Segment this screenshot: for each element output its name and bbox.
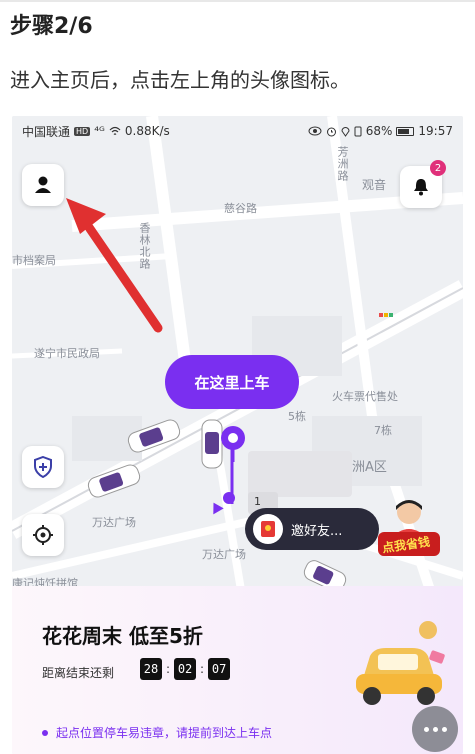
carrier-label: 中国联通	[22, 124, 71, 139]
countdown-minutes: 02	[174, 658, 197, 680]
vibrate-icon	[354, 126, 362, 136]
locate-button[interactable]	[22, 514, 64, 556]
hd-badge: HD	[74, 126, 91, 136]
more-options-button[interactable]	[412, 706, 458, 752]
invite-friends-banner[interactable]: 邀好友...	[245, 508, 379, 550]
cartoon-car-illustration	[356, 621, 445, 705]
safety-button[interactable]	[22, 446, 64, 488]
car-icon	[127, 419, 181, 453]
red-envelope-icon	[253, 514, 283, 544]
countdown-label: 距离结束还剩	[42, 666, 115, 680]
route-dot	[223, 492, 235, 504]
clock: 19:57	[418, 124, 453, 138]
wifi-icon	[109, 126, 121, 135]
car-icon	[87, 464, 141, 498]
countdown-timer: 28 : 02 : 07	[140, 658, 231, 680]
location-status-icon	[341, 126, 350, 137]
map-label-building-7: 7栋	[374, 424, 392, 437]
blurred-address-box	[248, 451, 352, 497]
battery-icon	[396, 126, 415, 136]
signal-icon: ⁴ᴳ	[94, 124, 105, 138]
dot-icon	[423, 726, 429, 732]
notice-text: 起点位置停车易违章，请提前到达上车点	[56, 726, 273, 740]
bell-icon	[414, 179, 428, 196]
step-description: 进入主页后，点击左上角的头像图标。	[10, 68, 350, 92]
network-speed: 0.88K/s	[124, 124, 170, 138]
map-label-ticket-office: 火车票代售处	[332, 390, 398, 403]
battery-percent: 68%	[365, 124, 393, 138]
map-label-cixin-road: 慈谷路	[224, 202, 257, 215]
invite-friends-text: 邀好友...	[291, 523, 343, 539]
map-label-building-5: 5栋	[288, 410, 306, 423]
crosshair-icon	[33, 525, 53, 545]
shield-icon	[34, 456, 52, 478]
avatar-button[interactable]	[22, 164, 64, 206]
map-label-fangzhou-road: 芳洲路	[336, 146, 349, 182]
notice-row: 起点位置停车易违章，请提前到达上车点	[42, 724, 272, 741]
map-label-wanda-plaza-2: 万达广场	[202, 548, 246, 561]
promo-title: 花花周末 低至5折	[42, 624, 203, 648]
map-label-xianglin-north-road: 香林北路	[138, 222, 151, 270]
map-label-civil-affairs: 遂宁市民政局	[34, 347, 100, 360]
board-here-button[interactable]: 在这里上车	[165, 355, 299, 409]
alarm-icon	[326, 127, 336, 136]
promo-character-badge[interactable]: 点我省钱	[374, 492, 444, 562]
notification-badge: 2	[430, 160, 446, 176]
map-label-wanda-plaza: 万达广场	[92, 516, 136, 529]
countdown-seconds: 07	[208, 658, 231, 680]
top-divider	[0, 0, 475, 2]
status-bar: 中国联通 HD ⁴ᴳ 0.88K/s 68% 19:57	[12, 116, 463, 146]
phone-screenshot: 慈谷路 香林北路 芳洲路 观音 市档案局 遂宁市民政局 火车票代售处 5栋 7栋…	[12, 116, 463, 754]
promo-card[interactable]: 花花周末 低至5折 距离结束还剩 28 : 02 : 07 起点位置停车易违章，…	[12, 586, 463, 754]
user-avatar-icon	[35, 176, 51, 193]
map-label-archives: 市档案局	[12, 254, 56, 267]
notice-dot	[42, 729, 48, 736]
dot-icon	[432, 726, 438, 732]
eye-icon	[308, 126, 322, 136]
step-title: 步骤2/6	[10, 14, 93, 39]
pickup-pin-icon	[221, 426, 245, 462]
dot-icon	[441, 726, 447, 732]
countdown-hours: 28	[140, 658, 162, 680]
map-label-guanyin: 观音	[362, 178, 387, 192]
map-label-zhou-a-district: 洲A区	[352, 460, 387, 475]
